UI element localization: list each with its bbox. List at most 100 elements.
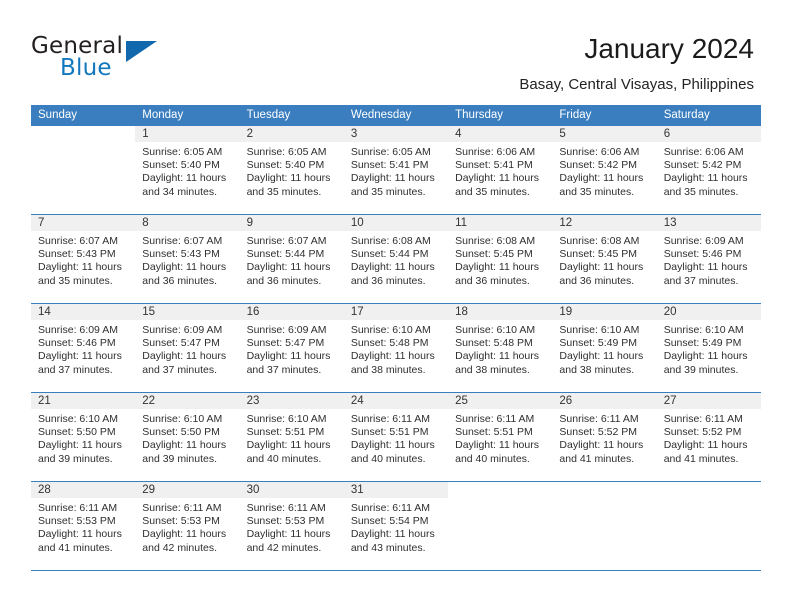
- day-cell[interactable]: 26 Sunrise: 6:11 AM Sunset: 5:52 PM Dayligh…: [552, 393, 657, 482]
- day-details: Sunrise: 6:09 AM Sunset: 5:46 PM Daylight:…: [31, 320, 135, 377]
- day-cell[interactable]: 28 Sunrise: 6:11 AM Sunset: 5:53 PM Dayligh…: [31, 482, 136, 571]
- day-details: Sunrise: 6:05 AM Sunset: 5:40 PM Daylight:…: [240, 142, 344, 199]
- day-cell[interactable]: 20 Sunrise: 6:10 AM Sunset: 5:49 PM Dayligh…: [656, 304, 761, 393]
- calendar-cell: 16 Sunrise: 6:09 AM Sunset: 5:47 PM Dayligh…: [239, 304, 344, 393]
- weekday-header-wednesday: Wednesday: [343, 105, 449, 126]
- general-blue-logo[interactable]: General Blue: [31, 33, 201, 89]
- daylight-text: Daylight: 11 hours and 36 minutes.: [455, 261, 539, 287]
- calendar-cell: 14 Sunrise: 6:09 AM Sunset: 5:46 PM Dayligh…: [31, 304, 136, 393]
- day-details: Sunrise: 6:05 AM Sunset: 5:40 PM Daylight:…: [135, 142, 239, 199]
- day-cell[interactable]: 4 Sunrise: 6:06 AM Sunset: 5:41 PM Daylight…: [448, 126, 553, 215]
- sunrise-text: Sunrise: 6:10 AM: [142, 413, 223, 425]
- calendar-cell: 6 Sunrise: 6:06 AM Sunset: 5:42 PM Daylight…: [656, 126, 761, 215]
- sunrise-text: Sunrise: 6:09 AM: [38, 324, 118, 336]
- day-cell[interactable]: 29 Sunrise: 6:11 AM Sunset: 5:53 PM Dayligh…: [135, 482, 240, 571]
- day-details: Sunrise: 6:10 AM Sunset: 5:48 PM Daylight:…: [344, 320, 448, 377]
- sunrise-text: Sunrise: 6:06 AM: [663, 146, 744, 158]
- day-details: Sunrise: 6:10 AM Sunset: 5:48 PM Daylight:…: [448, 320, 552, 377]
- page-header: General Blue January 2024 Basay, Central…: [0, 0, 792, 100]
- day-cell[interactable]: 16 Sunrise: 6:09 AM Sunset: 5:47 PM Dayligh…: [239, 304, 344, 393]
- daylight-text: Daylight: 11 hours and 39 minutes.: [142, 439, 227, 465]
- calendar-cell: [552, 482, 657, 571]
- day-cell[interactable]: 27 Sunrise: 6:11 AM Sunset: 5:52 PM Dayligh…: [656, 393, 761, 482]
- day-cell[interactable]: 10 Sunrise: 6:08 AM Sunset: 5:44 PM Dayligh…: [343, 215, 449, 304]
- sunset-text: Sunset: 5:42 PM: [559, 159, 638, 172]
- sunset-text: Sunset: 5:53 PM: [142, 515, 220, 528]
- day-cell[interactable]: 1 Sunrise: 6:05 AM Sunset: 5:40 PM Daylight…: [135, 126, 240, 215]
- daylight-text: Daylight: 11 hours and 35 minutes.: [350, 172, 435, 198]
- calendar-cell: 11 Sunrise: 6:08 AM Sunset: 5:45 PM Dayligh…: [448, 215, 553, 304]
- day-cell-empty: [31, 126, 136, 215]
- calendar-cell: 22 Sunrise: 6:10 AM Sunset: 5:50 PM Dayligh…: [135, 393, 240, 482]
- day-cell[interactable]: 2 Sunrise: 6:05 AM Sunset: 5:40 PM Daylight…: [239, 126, 344, 215]
- day-details: Sunrise: 6:09 AM Sunset: 5:46 PM Daylight:…: [657, 231, 761, 288]
- day-number: 1: [135, 126, 240, 142]
- sunrise-text: Sunrise: 6:07 AM: [38, 235, 118, 247]
- day-cell[interactable]: 24 Sunrise: 6:11 AM Sunset: 5:51 PM Dayligh…: [343, 393, 449, 482]
- day-cell[interactable]: 8 Sunrise: 6:07 AM Sunset: 5:43 PM Daylight…: [135, 215, 240, 304]
- sunrise-text: Sunrise: 6:10 AM: [455, 324, 536, 336]
- calendar-cell: [31, 126, 136, 215]
- daylight-text: Daylight: 11 hours and 42 minutes.: [246, 528, 331, 554]
- daylight-text: Daylight: 11 hours and 38 minutes.: [350, 350, 435, 376]
- day-number: 23: [239, 393, 344, 409]
- day-cell[interactable]: 19 Sunrise: 6:10 AM Sunset: 5:49 PM Dayligh…: [552, 304, 657, 393]
- day-cell-empty: [448, 482, 553, 571]
- day-cell[interactable]: 5 Sunrise: 6:06 AM Sunset: 5:42 PM Daylight…: [552, 126, 657, 215]
- sunrise-text: Sunrise: 6:10 AM: [38, 413, 118, 425]
- weekday-header-row: Sunday Monday Tuesday Wednesday Thursday…: [31, 105, 761, 126]
- sunset-text: Sunset: 5:41 PM: [350, 159, 429, 172]
- daylight-text: Daylight: 11 hours and 40 minutes.: [455, 439, 539, 465]
- calendar-week-row: 14 Sunrise: 6:09 AM Sunset: 5:46 PM Dayligh…: [31, 304, 761, 393]
- daylight-text: Daylight: 11 hours and 42 minutes.: [142, 528, 227, 554]
- day-number: 18: [448, 304, 553, 320]
- sunset-text: Sunset: 5:46 PM: [38, 337, 116, 350]
- sunset-text: Sunset: 5:54 PM: [350, 515, 429, 528]
- day-cell[interactable]: 11 Sunrise: 6:08 AM Sunset: 5:45 PM Dayligh…: [448, 215, 553, 304]
- day-cell[interactable]: 3 Sunrise: 6:05 AM Sunset: 5:41 PM Daylight…: [343, 126, 449, 215]
- sunrise-text: Sunrise: 6:09 AM: [663, 235, 744, 247]
- day-cell[interactable]: 25 Sunrise: 6:11 AM Sunset: 5:51 PM Dayligh…: [448, 393, 553, 482]
- daylight-text: Daylight: 11 hours and 35 minutes.: [663, 172, 748, 198]
- day-cell[interactable]: 21 Sunrise: 6:10 AM Sunset: 5:50 PM Dayligh…: [31, 393, 136, 482]
- sunset-text: Sunset: 5:50 PM: [38, 426, 116, 439]
- day-details: Sunrise: 6:11 AM Sunset: 5:53 PM Daylight:…: [135, 498, 239, 555]
- daylight-text: Daylight: 11 hours and 40 minutes.: [246, 439, 331, 465]
- day-cell[interactable]: 14 Sunrise: 6:09 AM Sunset: 5:46 PM Dayligh…: [31, 304, 136, 393]
- day-cell[interactable]: 6 Sunrise: 6:06 AM Sunset: 5:42 PM Daylight…: [656, 126, 761, 215]
- sunset-text: Sunset: 5:45 PM: [559, 248, 638, 261]
- day-cell[interactable]: 17 Sunrise: 6:10 AM Sunset: 5:48 PM Dayligh…: [343, 304, 449, 393]
- day-number: 14: [31, 304, 136, 320]
- day-cell[interactable]: 15 Sunrise: 6:09 AM Sunset: 5:47 PM Dayligh…: [135, 304, 240, 393]
- day-cell[interactable]: 12 Sunrise: 6:08 AM Sunset: 5:45 PM Dayligh…: [552, 215, 657, 304]
- day-cell[interactable]: 31 Sunrise: 6:11 AM Sunset: 5:54 PM Dayligh…: [343, 482, 449, 571]
- day-number: 2: [239, 126, 344, 142]
- day-details: Sunrise: 6:11 AM Sunset: 5:54 PM Daylight:…: [344, 498, 448, 555]
- day-cell[interactable]: 9 Sunrise: 6:07 AM Sunset: 5:44 PM Daylight…: [239, 215, 344, 304]
- sunrise-text: Sunrise: 6:09 AM: [246, 324, 327, 336]
- sunrise-text: Sunrise: 6:06 AM: [455, 146, 536, 158]
- day-number: 25: [448, 393, 553, 409]
- logo-text-blue: Blue: [60, 55, 112, 81]
- calendar-cell: 26 Sunrise: 6:11 AM Sunset: 5:52 PM Dayligh…: [552, 393, 657, 482]
- day-cell[interactable]: 7 Sunrise: 6:07 AM Sunset: 5:43 PM Daylight…: [31, 215, 136, 304]
- calendar-week-row: 21 Sunrise: 6:10 AM Sunset: 5:50 PM Dayligh…: [31, 393, 761, 482]
- day-cell[interactable]: 18 Sunrise: 6:10 AM Sunset: 5:48 PM Dayligh…: [448, 304, 553, 393]
- day-number: 24: [343, 393, 449, 409]
- day-number: 10: [343, 215, 449, 231]
- day-cell[interactable]: 30 Sunrise: 6:11 AM Sunset: 5:53 PM Dayligh…: [239, 482, 344, 571]
- day-details: Sunrise: 6:11 AM Sunset: 5:52 PM Daylight:…: [552, 409, 656, 466]
- day-details: Sunrise: 6:06 AM Sunset: 5:42 PM Daylight:…: [552, 142, 656, 199]
- sunset-text: Sunset: 5:42 PM: [663, 159, 742, 172]
- day-details: Sunrise: 6:10 AM Sunset: 5:50 PM Daylight:…: [135, 409, 239, 466]
- day-cell[interactable]: 23 Sunrise: 6:10 AM Sunset: 5:51 PM Dayligh…: [239, 393, 344, 482]
- page-title: January 2024: [584, 33, 754, 64]
- daylight-text: Daylight: 11 hours and 41 minutes.: [663, 439, 748, 465]
- sunrise-text: Sunrise: 6:05 AM: [350, 146, 431, 158]
- day-number: 3: [343, 126, 449, 142]
- day-number: 13: [656, 215, 761, 231]
- day-cell[interactable]: 13 Sunrise: 6:09 AM Sunset: 5:46 PM Dayligh…: [656, 215, 761, 304]
- day-details: Sunrise: 6:09 AM Sunset: 5:47 PM Daylight:…: [135, 320, 239, 377]
- calendar-page: General Blue January 2024 Basay, Central…: [0, 0, 792, 612]
- day-cell[interactable]: 22 Sunrise: 6:10 AM Sunset: 5:50 PM Dayligh…: [135, 393, 240, 482]
